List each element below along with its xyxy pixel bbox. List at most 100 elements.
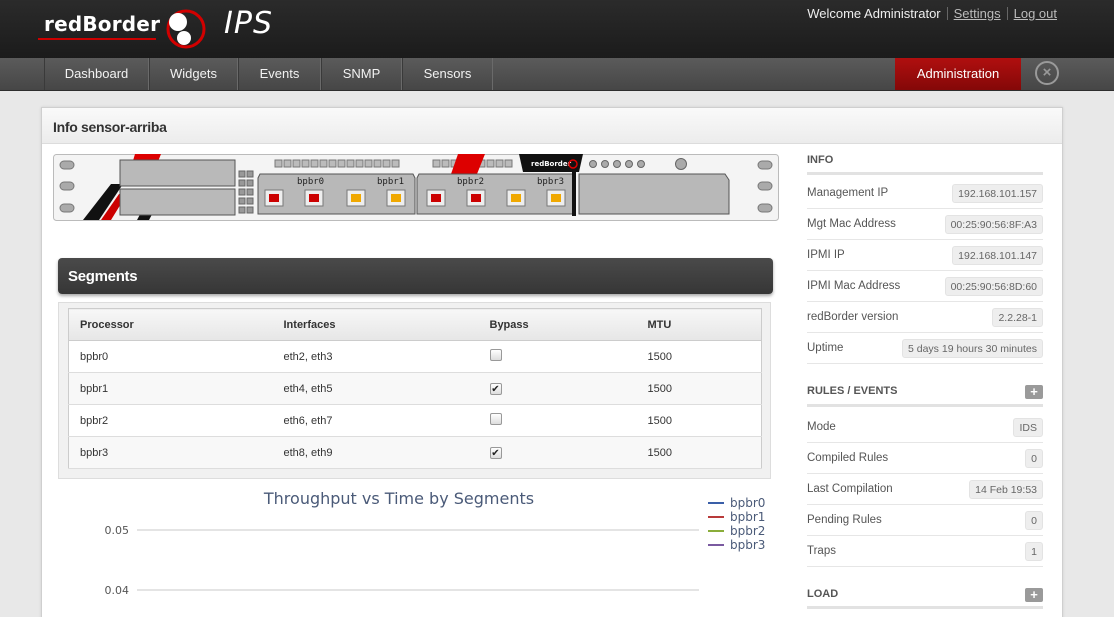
segments-title: Segments [68,268,138,285]
nav-dashboard[interactable]: Dashboard [44,58,149,90]
main-nav: Dashboard Widgets Events SNMP Sensors Ad… [0,58,1114,91]
top-header: redBorder IPS Welcome Administrator Setti… [0,0,1114,58]
column-bypass: Bypass [478,308,637,341]
row-value: 5 days 19 hours 30 minutes [902,339,1043,358]
segments-table: Processor Interfaces Bypass MTU bpbr0 eth… [68,308,762,469]
row-label: Mode [807,421,836,433]
segments-header: Segments [58,258,773,294]
rules-row: Compiled Rules 0 [807,443,1043,474]
table-row: bpbr0 eth2, eth3 1500 [68,340,762,373]
mtu-cell: 1500 [636,372,762,405]
mtu-cell: 1500 [636,340,762,373]
table-header-row: Processor Interfaces Bypass MTU [68,308,762,341]
brand-name: redBorder [44,12,161,36]
rules-row: Last Compilation 14 Feb 19:53 [807,474,1043,505]
divider [946,7,948,20]
product-name: IPS [224,6,273,41]
interfaces-cell: eth8, eth9 [272,436,479,469]
row-value: 192.168.101.147 [952,246,1043,265]
bypass-checkbox[interactable]: ✔ [489,382,502,395]
welcome-text: Welcome Administrator [807,6,941,21]
settings-link[interactable]: Settings [954,6,1001,21]
bypass-checkbox[interactable] [489,413,502,425]
column-interfaces: Interfaces [272,308,479,341]
sensor-panel: Info sensor-arriba bpbr0 bpbr1 bpbr2 bpb… [41,107,1063,617]
row-value: 14 Feb 19:53 [969,480,1043,499]
legend-label: bpbr2 [730,524,765,538]
info-title: INFO [807,154,834,166]
bypass-checkbox[interactable]: ✔ [489,446,502,459]
processor-cell: bpbr0 [68,340,273,373]
nav-administration[interactable]: Administration [895,58,1021,90]
legend-label: bpbr1 [730,510,765,524]
load-title: LOAD [807,588,839,600]
sensor-device-image: bpbr0 bpbr1 bpbr2 bpbr3 redBorder [53,154,779,221]
row-label: Management IP [807,187,889,199]
section-rule [807,172,1043,175]
column-mtu: MTU [636,308,762,341]
bypass-checkbox[interactable] [489,349,502,361]
mount-holes-right [757,160,773,213]
nav-sensors[interactable]: Sensors [402,58,493,90]
processor-cell: bpbr1 [68,372,273,405]
section-rule [807,404,1043,407]
rules-title: RULES / EVENTS [807,385,898,397]
chart-title: Throughput vs Time by Segments [263,489,534,508]
row-value: 192.168.101.157 [952,184,1043,203]
row-value: 2.2.28-1 [992,308,1043,327]
logout-link[interactable]: Log out [1014,6,1057,21]
nav-snmp[interactable]: SNMP [321,58,402,90]
y-tick-label: 0.05 [105,524,130,537]
y-tick-label: 0.04 [105,584,130,597]
info-row: Uptime 5 days 19 hours 30 minutes [807,333,1043,364]
nav-widgets[interactable]: Widgets [149,58,238,90]
logo-underline [38,38,156,40]
interfaces-cell: eth6, eth7 [272,404,479,437]
row-label: Compiled Rules [807,452,889,464]
device-brand: redBorder [531,160,572,168]
row-label: Mgt Mac Address [807,218,896,230]
row-value: 0 [1025,449,1043,468]
info-row: redBorder version 2.2.28-1 [807,302,1043,333]
port-label: bpbr3 [537,177,564,187]
table-row: bpbr2 eth6, eth7 1500 [68,404,762,437]
info-row: Management IP 192.168.101.157 [807,178,1043,209]
bypass-cell [478,404,637,437]
interfaces-cell: eth2, eth3 [272,340,479,373]
row-label: IPMI Mac Address [807,280,901,292]
bypass-cell [478,340,637,373]
legend-label: bpbr3 [730,538,765,552]
rules-row: Traps 1 [807,536,1043,567]
processor-cell: bpbr3 [68,436,273,469]
interfaces-cell: eth4, eth5 [272,372,479,405]
row-value: 00:25:90:56:8F:A3 [944,215,1043,234]
brand-logo[interactable]: redBorder IPS [38,4,278,52]
row-label: IPMI IP [807,249,845,261]
table-row: bpbr1 eth4, eth5 ✔ 1500 [68,372,762,405]
rules-expand-icon[interactable]: + [1025,385,1043,399]
load-expand-icon[interactable]: + [1025,588,1043,602]
port-label: bpbr1 [377,177,404,187]
processor-cell: bpbr2 [68,404,273,437]
section-rule [807,606,1043,609]
redborder-logo-icon [166,9,206,49]
bypass-cell: ✔ [478,372,637,405]
mount-holes-left [59,160,75,213]
rules-row: Pending Rules 0 [807,505,1043,536]
divider [1006,7,1008,20]
info-row: Mgt Mac Address 00:25:90:56:8F:A3 [807,209,1043,240]
throughput-chart: Throughput vs Time by Segments 0.05 0.04 b… [105,489,766,597]
port-label: bpbr0 [297,177,324,187]
row-label: redBorder version [807,311,899,323]
row-label: Last Compilation [807,483,893,495]
row-label: Uptime [807,342,844,354]
mtu-cell: 1500 [636,404,762,437]
row-value: 0 [1025,511,1043,530]
column-processor: Processor [68,308,273,341]
port-label: bpbr2 [457,177,484,187]
close-icon[interactable]: × [1035,61,1059,85]
rules-row: Mode IDS [807,412,1043,443]
page-title: Info sensor-arriba [53,119,167,135]
nav-events[interactable]: Events [238,58,321,90]
row-label: Traps [807,545,836,557]
